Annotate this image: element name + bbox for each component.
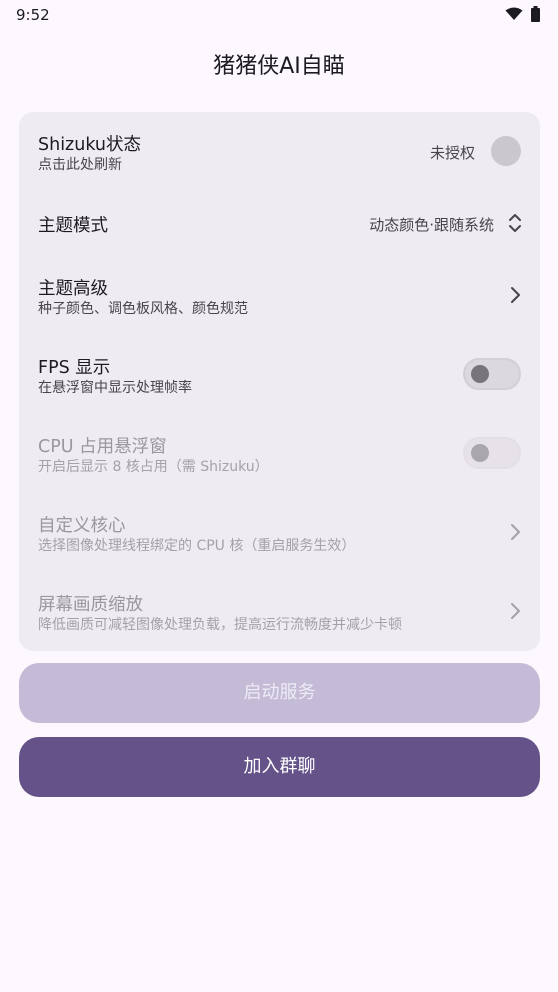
switch-knob <box>471 365 489 383</box>
fps-toggle-switch[interactable] <box>463 358 521 390</box>
app-title: 猪猪侠AI自瞄 <box>213 54 345 79</box>
status-icons <box>505 6 540 22</box>
theme-advanced-subtitle: 种子颜色、调色板风格、颜色规范 <box>38 301 248 317</box>
custom-core-subtitle: 选择图像处理线程绑定的 CPU 核（重启服务生效） <box>38 538 356 554</box>
fps-display-subtitle: 在悬浮窗中显示处理帧率 <box>38 380 192 396</box>
cpu-overlay-subtitle: 开启后显示 8 核占用（需 Shizuku） <box>38 459 269 475</box>
screen-scale-row[interactable]: 屏幕画质缩放 降低画质可减轻图像处理负载，提高运行流畅度并减少卡顿 <box>19 577 540 655</box>
chevron-right-icon <box>511 603 520 619</box>
status-time: 9:52 <box>16 6 50 24</box>
wifi-icon <box>505 7 523 20</box>
start-service-button[interactable]: 启动服务 <box>19 663 540 723</box>
custom-core-row[interactable]: 自定义核心 选择图像处理线程绑定的 CPU 核（重启服务生效） <box>19 498 540 576</box>
chevron-right-icon <box>511 524 520 540</box>
battery-icon <box>531 6 540 22</box>
shizuku-auth-status: 未授权 <box>429 144 475 162</box>
status-bar: 9:52 <box>0 0 558 30</box>
settings-card: Shizuku状态 点击此处刷新 未授权 主题模式 动态颜色·跟随系统 主题高级… <box>19 112 540 651</box>
join-group-button[interactable]: 加入群聊 <box>19 737 540 797</box>
unfold-icon <box>509 214 521 232</box>
theme-advanced-row[interactable]: 主题高级 种子颜色、调色板风格、颜色规范 <box>19 261 540 339</box>
shizuku-status-row[interactable]: Shizuku状态 点击此处刷新 未授权 <box>19 112 540 190</box>
chevron-right-icon <box>511 287 520 303</box>
theme-mode-title: 主题模式 <box>38 216 108 236</box>
custom-core-title: 自定义核心 <box>38 516 126 536</box>
cpu-overlay-toggle-switch[interactable] <box>463 437 521 469</box>
cpu-overlay-title: CPU 占用悬浮窗 <box>38 437 167 457</box>
theme-mode-value: 动态颜色·跟随系统 <box>369 216 494 234</box>
shizuku-status-subtitle: 点击此处刷新 <box>38 157 122 173</box>
auth-status-indicator <box>491 136 521 166</box>
fps-display-row[interactable]: FPS 显示 在悬浮窗中显示处理帧率 <box>19 340 540 418</box>
fps-display-title: FPS 显示 <box>38 358 111 378</box>
theme-mode-row[interactable]: 主题模式 动态颜色·跟随系统 <box>19 183 540 261</box>
theme-advanced-title: 主题高级 <box>38 279 108 299</box>
screen-scale-subtitle: 降低画质可减轻图像处理负载，提高运行流畅度并减少卡顿 <box>38 617 402 633</box>
switch-knob <box>471 444 489 462</box>
screen-scale-title: 屏幕画质缩放 <box>38 595 143 615</box>
shizuku-status-title: Shizuku状态 <box>38 135 142 155</box>
cpu-overlay-row[interactable]: CPU 占用悬浮窗 开启后显示 8 核占用（需 Shizuku） <box>19 419 540 497</box>
